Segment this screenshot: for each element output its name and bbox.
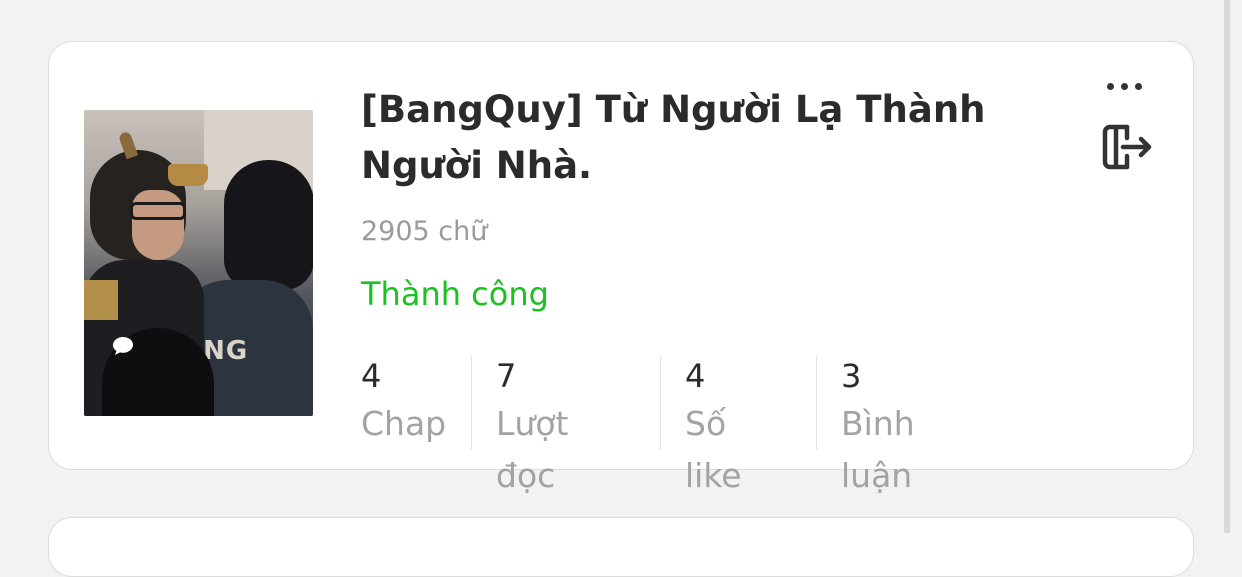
stat-value: 4 [361, 357, 382, 395]
status-text: Thành công [361, 275, 549, 313]
stat-divider [471, 356, 472, 450]
word-count: 2905 chữ [361, 216, 488, 247]
stat-value: 3 [841, 357, 862, 395]
stat-likes: 4 Số like [685, 354, 742, 495]
stat-chapters: 4 Chap [361, 354, 446, 450]
story-title[interactable]: [BangQuy] Từ Người Lạ Thành Người Nhà. [361, 82, 1041, 194]
stat-value: 7 [496, 357, 517, 395]
scrollbar[interactable] [1224, 0, 1230, 533]
exit-icon[interactable] [1097, 118, 1155, 176]
stat-label: Lượt đọc [496, 404, 569, 495]
stat-label: Số like [685, 404, 742, 495]
stat-value: 4 [685, 357, 706, 395]
stat-divider [816, 356, 817, 450]
stat-comments: 3 Bình luận [841, 354, 915, 495]
chat-bubble-icon [113, 337, 133, 355]
stat-divider [660, 356, 661, 450]
more-horizontal-icon [1106, 82, 1114, 90]
story-card[interactable]: ANG [BangQuy] Từ Người Lạ Thành Người Nh… [48, 41, 1194, 495]
more-options-button[interactable] [1099, 72, 1149, 100]
story-cover-image[interactable]: ANG [84, 110, 313, 416]
stat-label: Chap [361, 404, 447, 443]
stat-reads: 7 Lượt đọc [496, 354, 568, 495]
next-story-card[interactable] [48, 517, 1194, 577]
stat-label: Bình luận [841, 404, 915, 495]
